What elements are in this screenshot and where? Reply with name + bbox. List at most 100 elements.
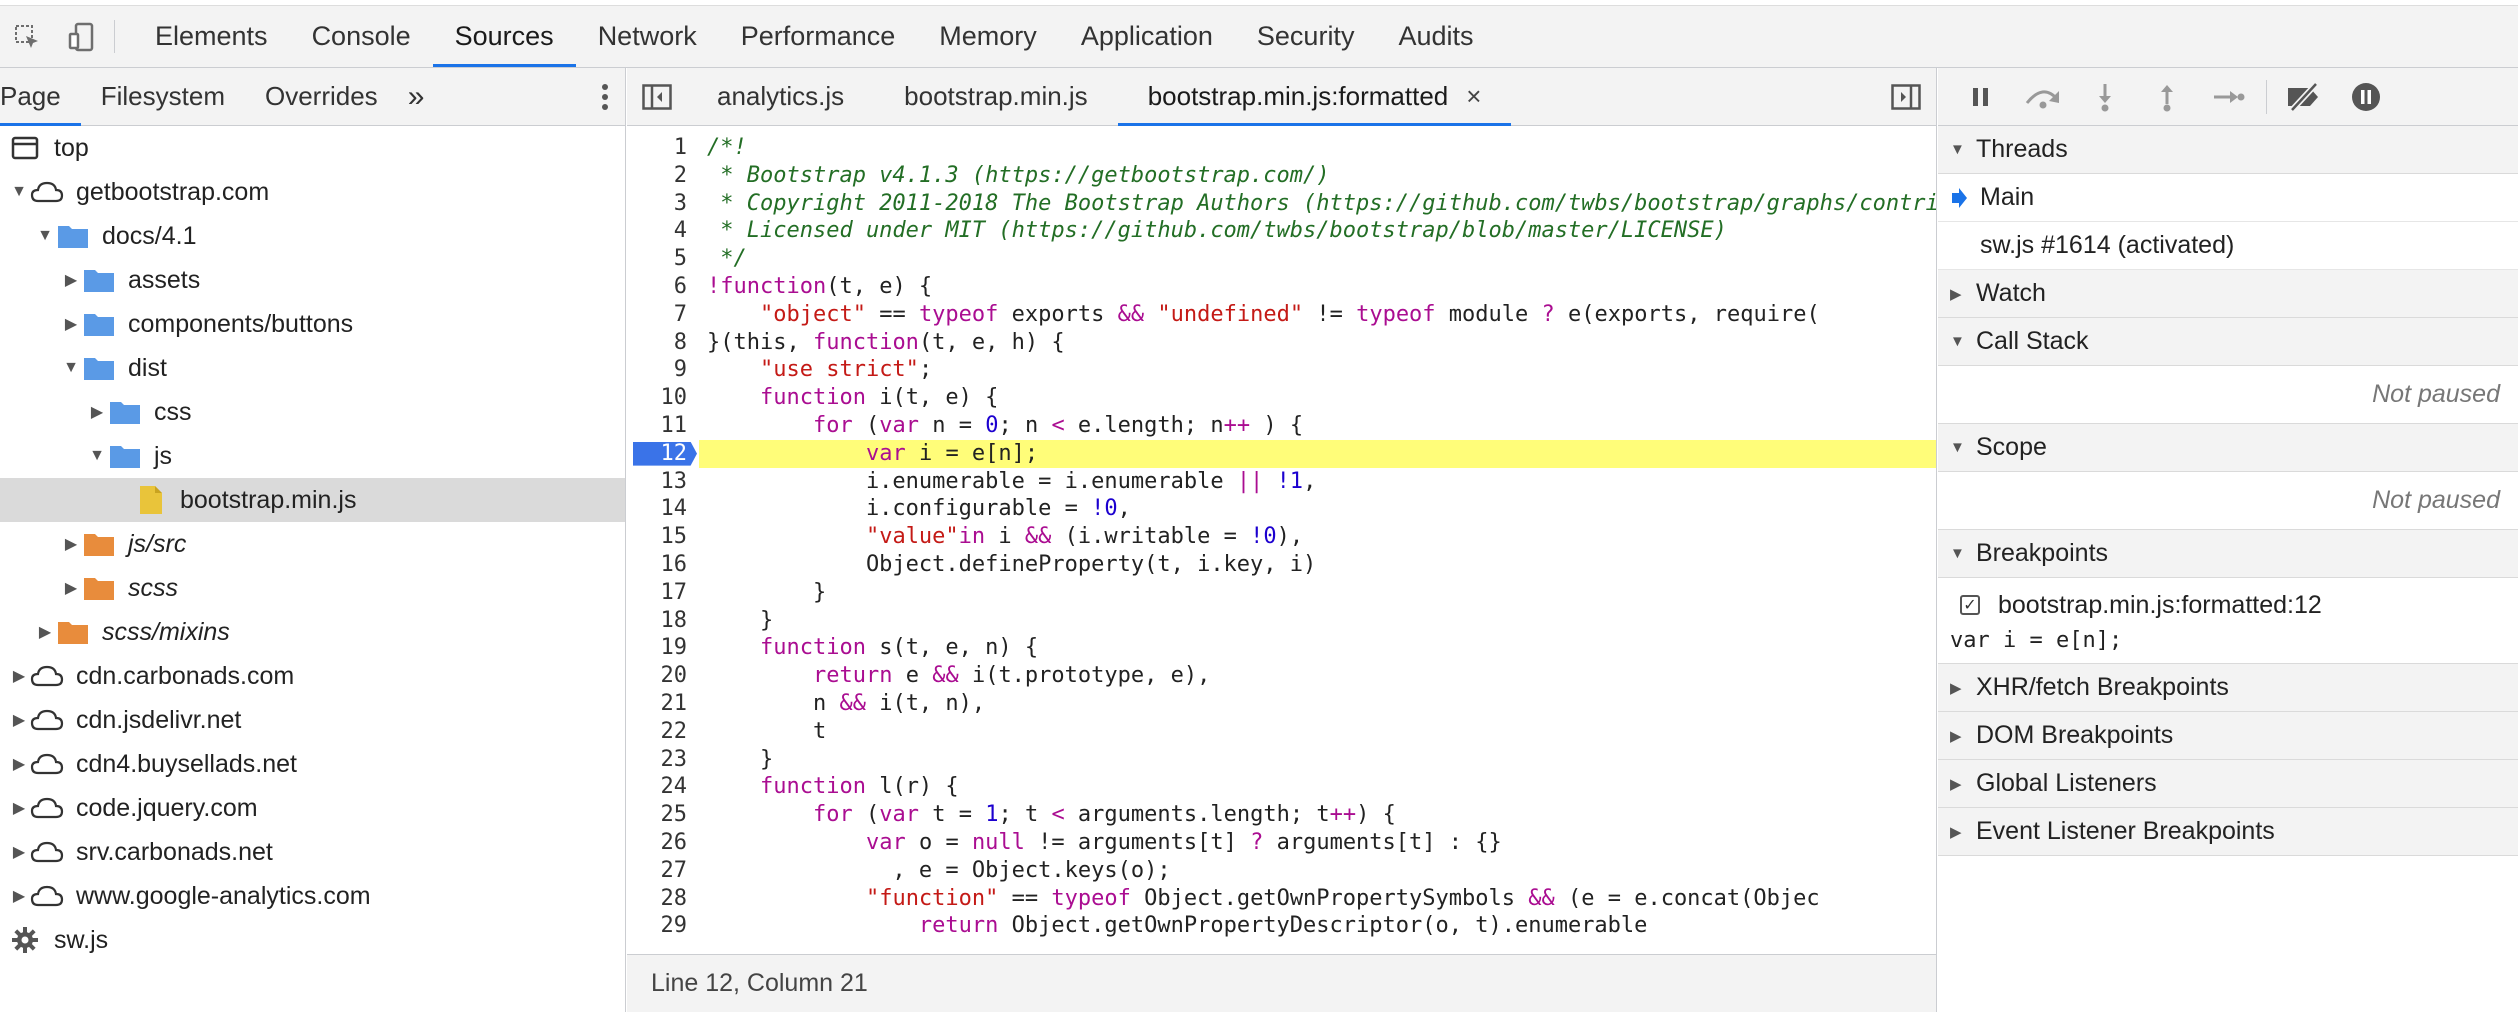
line-number[interactable]: 15 <box>627 523 699 551</box>
thread-main[interactable]: Main <box>1938 174 2518 222</box>
expanded-arrow-icon[interactable]: ▼ <box>86 445 108 467</box>
collapsed-arrow-icon[interactable]: ▶ <box>8 665 30 687</box>
line-number[interactable]: 8 <box>627 329 699 357</box>
tree-item[interactable]: ▶ scss <box>0 566 625 610</box>
line-number[interactable]: 14 <box>627 495 699 523</box>
navigator-menu-icon[interactable] <box>585 68 625 125</box>
tab-console[interactable]: Console <box>290 6 433 67</box>
collapsed-arrow-icon[interactable]: ▶ <box>60 313 82 335</box>
deactivate-breakpoints-icon[interactable] <box>2273 68 2335 126</box>
breakpoints-section-header[interactable]: ▼ Breakpoints <box>1938 530 2518 578</box>
line-number[interactable]: 10 <box>627 384 699 412</box>
tree-item[interactable]: ▶ www.google-analytics.com <box>0 874 625 918</box>
collapsed-arrow-icon[interactable]: ▶ <box>86 401 108 423</box>
line-number[interactable]: 21 <box>627 690 699 718</box>
tree-item[interactable]: ▶ code.jquery.com <box>0 786 625 830</box>
breakpoint-marker[interactable]: 12 <box>627 440 699 468</box>
line-number[interactable]: 25 <box>627 801 699 829</box>
tree-item[interactable]: ▶ cdn4.buysellads.net <box>0 742 625 786</box>
line-number[interactable]: 5 <box>627 245 699 273</box>
collapsed-arrow-icon[interactable]: ▶ <box>8 885 30 907</box>
line-number[interactable]: 27 <box>627 857 699 885</box>
expanded-arrow-icon[interactable]: ▼ <box>60 357 82 379</box>
xhr-breakpoints-section-header[interactable]: ▶ XHR/fetch Breakpoints <box>1938 664 2518 712</box>
line-number[interactable]: 16 <box>627 551 699 579</box>
collapsed-arrow-icon[interactable]: ▶ <box>34 621 56 643</box>
line-number[interactable]: 28 <box>627 885 699 913</box>
line-number[interactable]: 9 <box>627 356 699 384</box>
watch-section-header[interactable]: ▶ Watch <box>1938 270 2518 318</box>
tree-item[interactable]: ▶ css <box>0 390 625 434</box>
tree-item[interactable]: ▶ components/buttons <box>0 302 625 346</box>
call-stack-section-header[interactable]: ▼ Call Stack <box>1938 318 2518 366</box>
editor-tab[interactable]: analytics.js <box>687 68 874 125</box>
toggle-debugger-icon[interactable] <box>1876 68 1936 125</box>
line-number[interactable]: 19 <box>627 634 699 662</box>
line-number[interactable]: 7 <box>627 301 699 329</box>
tree-item[interactable]: ▶ cdn.carbonads.com <box>0 654 625 698</box>
tab-filesystem[interactable]: Filesystem <box>81 68 245 125</box>
tab-sources[interactable]: Sources <box>432 6 576 67</box>
tab-application[interactable]: Application <box>1059 6 1235 67</box>
tree-item[interactable]: sw.js <box>0 918 625 962</box>
tab-network[interactable]: Network <box>576 6 719 67</box>
tree-item[interactable]: ▶ scss/mixins <box>0 610 625 654</box>
collapsed-arrow-icon[interactable]: ▶ <box>8 797 30 819</box>
line-number[interactable]: 24 <box>627 773 699 801</box>
editor-tab[interactable]: bootstrap.min.js:formatted × <box>1117 68 1512 126</box>
inspect-element-icon[interactable] <box>0 6 54 67</box>
thread-sw[interactable]: sw.js #1614 (activated) <box>1938 222 2518 270</box>
line-number[interactable]: 29 <box>627 912 699 940</box>
pause-on-exceptions-icon[interactable] <box>2335 68 2397 126</box>
more-tabs-button[interactable]: » <box>398 68 435 125</box>
close-tab-icon[interactable]: × <box>1466 81 1481 112</box>
line-number[interactable]: 4 <box>627 217 699 245</box>
tree-item[interactable]: ▶ js/src <box>0 522 625 566</box>
threads-section-header[interactable]: ▼ Threads <box>1938 126 2518 174</box>
line-number[interactable]: 17 <box>627 579 699 607</box>
line-number[interactable]: 2 <box>627 162 699 190</box>
tab-security[interactable]: Security <box>1235 6 1377 67</box>
collapsed-arrow-icon[interactable]: ▶ <box>60 577 82 599</box>
line-number[interactable]: 20 <box>627 662 699 690</box>
collapsed-arrow-icon[interactable]: ▶ <box>8 841 30 863</box>
line-number[interactable]: 13 <box>627 468 699 496</box>
line-number[interactable]: 6 <box>627 273 699 301</box>
scope-section-header[interactable]: ▼ Scope <box>1938 424 2518 472</box>
line-number[interactable]: 26 <box>627 829 699 857</box>
line-number[interactable]: 23 <box>627 746 699 774</box>
step-icon[interactable] <box>2198 68 2260 126</box>
step-out-icon[interactable] <box>2136 68 2198 126</box>
collapsed-arrow-icon[interactable]: ▶ <box>8 709 30 731</box>
step-over-icon[interactable] <box>2012 68 2074 126</box>
tab-memory[interactable]: Memory <box>917 6 1059 67</box>
tab-page[interactable]: Page <box>0 68 81 126</box>
tree-item[interactable]: ▼ dist <box>0 346 625 390</box>
global-listeners-section-header[interactable]: ▶ Global Listeners <box>1938 760 2518 808</box>
expanded-arrow-icon[interactable]: ▼ <box>8 181 30 203</box>
code-view[interactable]: 1/*! 2 * Bootstrap v4.1.3 (https://getboo… <box>627 134 1936 954</box>
line-number[interactable]: 11 <box>627 412 699 440</box>
tree-item[interactable]: bootstrap.min.js <box>0 478 625 522</box>
tree-item[interactable]: ▶ assets <box>0 258 625 302</box>
tab-audits[interactable]: Audits <box>1376 6 1495 67</box>
toggle-navigator-icon[interactable] <box>627 68 687 125</box>
collapsed-arrow-icon[interactable]: ▶ <box>8 753 30 775</box>
tree-item[interactable]: ▼ docs/4.1 <box>0 214 625 258</box>
collapsed-arrow-icon[interactable]: ▶ <box>60 533 82 555</box>
event-listener-breakpoints-section-header[interactable]: ▶ Event Listener Breakpoints <box>1938 808 2518 856</box>
breakpoint-checkbox[interactable]: ✓ <box>1960 595 1980 615</box>
line-number[interactable]: 18 <box>627 607 699 635</box>
tab-overrides[interactable]: Overrides <box>245 68 398 125</box>
breakpoint-item[interactable]: ✓ bootstrap.min.js:formatted:12 var i = … <box>1938 578 2518 664</box>
dom-breakpoints-section-header[interactable]: ▶ DOM Breakpoints <box>1938 712 2518 760</box>
tab-performance[interactable]: Performance <box>719 6 918 67</box>
device-toolbar-icon[interactable] <box>54 6 108 67</box>
line-number[interactable]: 1 <box>627 134 699 162</box>
pause-icon[interactable] <box>1950 68 2012 126</box>
tree-item[interactable]: ▼ getbootstrap.com <box>0 170 625 214</box>
tree-item[interactable]: ▶ srv.carbonads.net <box>0 830 625 874</box>
step-into-icon[interactable] <box>2074 68 2136 126</box>
line-number[interactable]: 3 <box>627 190 699 218</box>
editor-tab[interactable]: bootstrap.min.js <box>874 68 1118 125</box>
